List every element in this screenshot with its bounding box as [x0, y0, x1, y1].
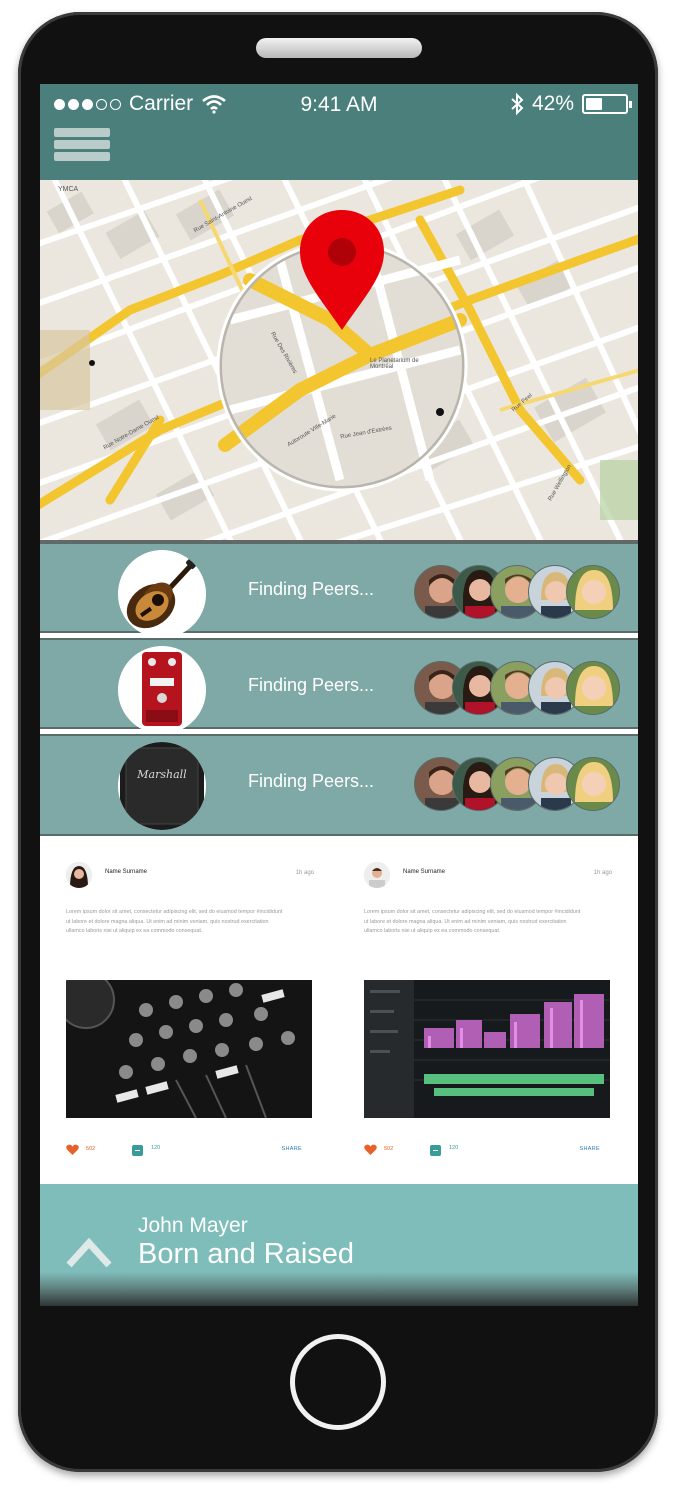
map-streets	[40, 180, 638, 540]
peer-search-row[interactable]: Finding Peers...	[40, 638, 638, 734]
status-bar: Carrier 9:41 AM 42%	[40, 84, 638, 124]
battery-percent: 42%	[531, 92, 574, 115]
battery-indicator: 42%	[510, 92, 632, 116]
peer-avatars	[414, 757, 620, 811]
acoustic-guitar-icon	[118, 550, 206, 638]
post-time: 1h ago	[593, 870, 612, 876]
heart-icon[interactable]	[364, 1144, 377, 1156]
app-header: Carrier 9:41 AM 42%	[40, 84, 638, 180]
guitar-pedal-icon	[118, 646, 206, 734]
peer-search-row[interactable]: Marshall Finding Peers...	[40, 734, 638, 836]
post-text: Lorem ipsum dolor sit amet, consectetur …	[66, 909, 283, 934]
peer-avatars	[414, 661, 620, 715]
post-actions: 502 120 SHARE	[66, 1144, 302, 1158]
map-view[interactable]: YMCA Le Planetarium de Montréal Autorout…	[40, 180, 638, 542]
artist-name: John Mayer	[138, 1214, 248, 1237]
share-button[interactable]: SHARE	[580, 1146, 600, 1152]
avatar[interactable]	[66, 862, 92, 888]
avatar[interactable]	[364, 862, 390, 888]
hamburger-icon[interactable]	[54, 128, 110, 162]
now-playing-bar[interactable]: John Mayer Born and Raised	[40, 1184, 638, 1306]
battery-icon	[582, 94, 632, 114]
chevron-up-icon[interactable]	[66, 1234, 112, 1268]
home-button[interactable]	[290, 1334, 386, 1430]
app-screen: Carrier 9:41 AM 42% YMCA Le Planetarium …	[40, 84, 638, 1306]
share-button[interactable]: SHARE	[282, 1146, 302, 1152]
post-image[interactable]	[364, 980, 610, 1118]
svg-text:Marshall: Marshall	[136, 768, 187, 781]
peer-avatar[interactable]	[566, 661, 620, 715]
comment-count: 120	[151, 1145, 161, 1151]
album-title: Born and Raised	[138, 1238, 355, 1270]
comment-icon[interactable]	[430, 1145, 441, 1156]
post-text: Lorem ipsum dolor sit amet, consectetur …	[364, 909, 581, 934]
speaker-grille	[256, 38, 422, 58]
finding-peers-label: Finding Peers...	[248, 579, 375, 599]
social-feed: Name Surname 1h ago Lorem ipsum dolor si…	[40, 836, 638, 1184]
peer-avatar[interactable]	[566, 565, 620, 619]
bluetooth-icon	[511, 92, 524, 116]
post-author[interactable]: Name Surname	[105, 869, 147, 875]
post-time: 1h ago	[295, 870, 314, 876]
map-label: Le Planetarium de Montréal	[370, 358, 419, 370]
post-image[interactable]	[66, 980, 312, 1118]
like-count: 502	[384, 1146, 394, 1152]
post-author[interactable]: Name Surname	[403, 869, 445, 875]
peer-avatar[interactable]	[566, 757, 620, 811]
like-count: 502	[86, 1146, 96, 1152]
feed-post[interactable]: Name Surname 1h ago Lorem ipsum dolor si…	[364, 836, 624, 1184]
finding-peers-label: Finding Peers...	[248, 771, 375, 791]
feed-post[interactable]: Name Surname 1h ago Lorem ipsum dolor si…	[66, 836, 326, 1184]
peer-avatars	[414, 565, 620, 619]
post-actions: 502 120 SHARE	[364, 1144, 600, 1158]
heart-icon[interactable]	[66, 1144, 79, 1156]
map-label: YMCA	[58, 186, 79, 193]
peer-search-row[interactable]: Finding Peers...	[40, 542, 638, 638]
finding-peers-label: Finding Peers...	[248, 675, 375, 695]
battery-fill	[586, 98, 602, 110]
marshall-amp-icon: Marshall	[118, 742, 206, 830]
comment-icon[interactable]	[132, 1145, 143, 1156]
comment-count: 120	[449, 1145, 459, 1151]
